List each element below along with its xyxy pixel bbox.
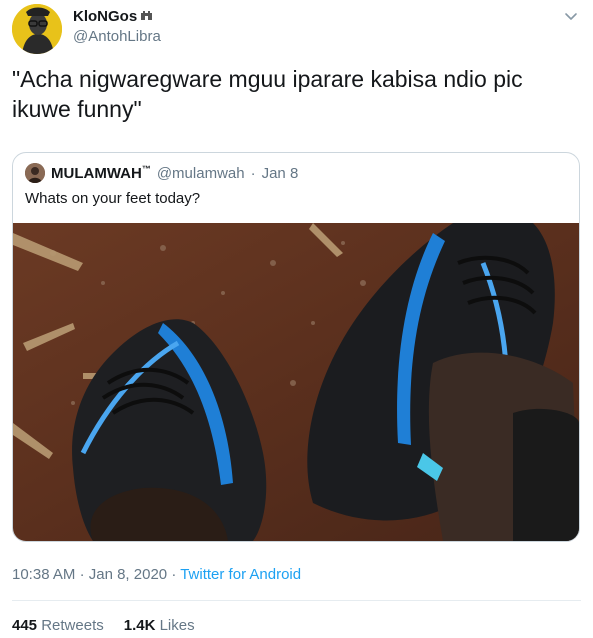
quoted-date[interactable]: Jan 8 (262, 165, 299, 182)
retweets-count: 445 (12, 617, 38, 634)
quoted-author-handle[interactable]: @mulamwah (157, 165, 245, 182)
tweet-time[interactable]: 10:38 AM (12, 566, 75, 583)
quoted-tweet-text: Whats on your feet today? (25, 190, 201, 207)
retweets-label: Retweets (41, 617, 104, 634)
author-name-text: KloNGos (73, 8, 138, 25)
profile-avatar-icon[interactable] (12, 4, 62, 54)
tweet-source-link[interactable]: Twitter for Android (180, 566, 301, 583)
tweet-meta: 10:38 AM · Jan 8, 2020 · Twitter for And… (12, 566, 301, 583)
tweet-text: "Acha nigwaregware mguu iparare kabisa n… (12, 66, 523, 122)
tweet-stats: 445 Retweets 1.4K Likes (12, 617, 195, 634)
meta-separator: · (79, 566, 85, 583)
meta-separator-2: · (171, 566, 177, 583)
quoted-name-text: MULAMWAH (51, 165, 142, 182)
sneakers-photo[interactable] (13, 223, 579, 541)
author-name[interactable]: KloNGos (73, 7, 161, 27)
author-handle[interactable]: @AntohLibra (73, 27, 161, 47)
castle-emoji-icon (140, 7, 153, 27)
quoted-tweet-header: MULAMWAH™ @mulamwah · Jan 8 (25, 163, 298, 183)
quoted-tweet[interactable]: MULAMWAH™ @mulamwah · Jan 8 Whats on you… (12, 152, 580, 542)
likes-stat[interactable]: 1.4K Likes (124, 617, 195, 634)
divider (12, 600, 581, 601)
likes-count: 1.4K (123, 617, 156, 634)
quoted-author-name[interactable]: MULAMWAH™ (51, 164, 151, 182)
chevron-down-icon[interactable] (563, 8, 579, 24)
author-block[interactable]: KloNGos @AntohLibra (73, 7, 161, 47)
tweet-card: KloNGos @AntohLibra "Acha nigwaregware m… (0, 0, 593, 638)
quoted-avatar-icon[interactable] (25, 163, 45, 183)
likes-label: Likes (159, 617, 195, 634)
trademark-mark: ™ (141, 164, 151, 174)
tweet-date[interactable]: Jan 8, 2020 (89, 566, 167, 583)
quoted-separator: · (250, 164, 256, 182)
retweets-stat[interactable]: 445 Retweets (12, 617, 104, 634)
